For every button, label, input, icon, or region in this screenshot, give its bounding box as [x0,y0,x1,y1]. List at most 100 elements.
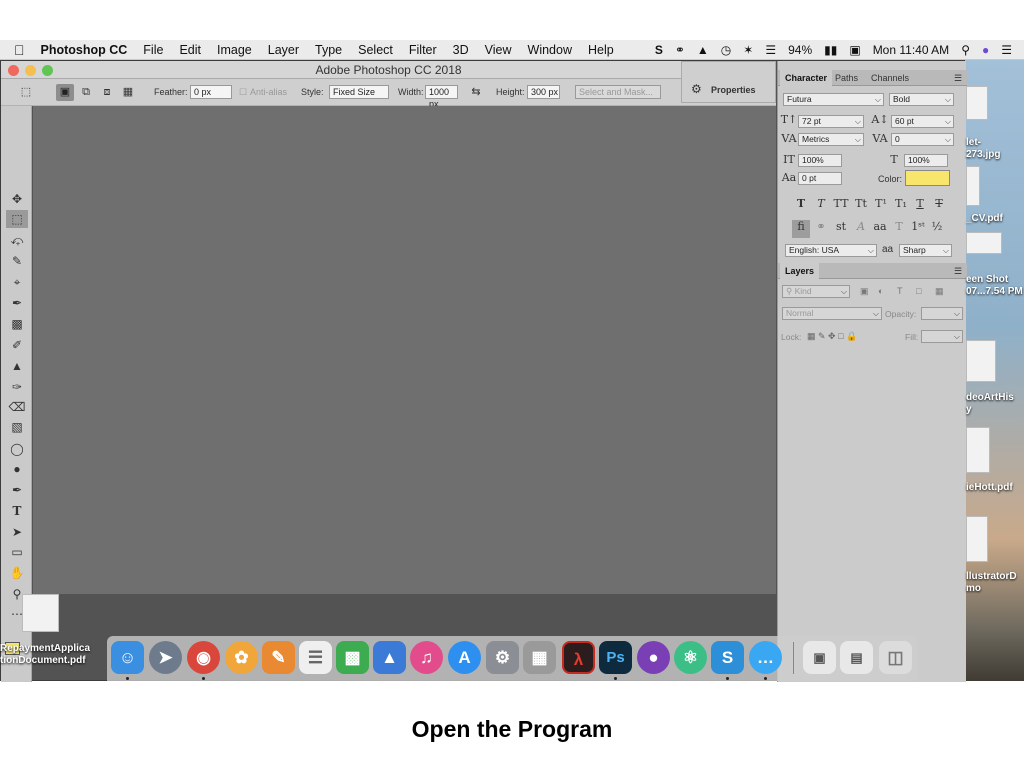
text-color-swatch[interactable] [905,170,950,186]
intersect-selection-icon[interactable]: ▦ [119,84,137,101]
layers-menu-icon[interactable]: ☰ [949,263,967,279]
blend-mode-select[interactable]: Normal ⌵ [782,307,882,320]
frame-tool-icon[interactable]: ▩ [6,315,28,333]
clock[interactable]: Mon 11:40 AM [867,43,956,57]
fractions-icon[interactable]: ½ [928,220,946,233]
fill-input[interactable]: ⌵ [921,330,963,343]
quick-select-tool-icon[interactable]: ✎ [6,252,28,270]
minimize-window-button[interactable] [25,65,36,76]
tab-layers[interactable]: Layers [780,263,820,279]
downloads-stack-icon[interactable]: ▣ [803,641,836,674]
faux-bold-icon[interactable]: T [792,197,810,210]
wifi-icon[interactable]: ☰ [759,43,782,57]
document-canvas-area[interactable] [33,106,776,594]
feather-input[interactable]: 0 px [190,85,232,99]
finder-icon[interactable]: ☺ [111,641,144,674]
bluetooth-icon[interactable]: ✶ [737,43,759,57]
crop-tool-icon[interactable]: ⌖ [6,273,28,291]
system-preferences-icon[interactable]: ⚙ [486,641,519,674]
menu-image[interactable]: Image [209,43,260,57]
antialias-checkbox[interactable]: ☐ [239,85,247,99]
launchpad-icon[interactable]: ➤ [149,641,182,674]
menu-3d[interactable]: 3D [445,43,477,57]
desktop-file-label[interactable]: ieHott.pdf [966,482,1013,494]
marquee-preset-icon[interactable]: ⬚ [17,84,35,101]
keynote-icon[interactable]: ▲ [373,641,406,674]
siri-icon[interactable]: ● [976,43,995,57]
menu-app-name[interactable]: Photoshop CC [33,43,136,57]
antialias-method-select[interactable]: Sharp ⌵ [899,244,952,257]
horizontal-scale-input[interactable]: 100% [904,154,948,167]
desktop-file-thumbnail[interactable] [966,86,988,120]
tracking-select[interactable]: 0 ⌵ [891,133,954,146]
notification-center-icon[interactable]: ☰ [995,43,1018,57]
panel-menu-icon[interactable]: ☰ [949,70,967,86]
menu-help[interactable]: Help [580,43,622,57]
drive-icon[interactable]: ▲ [691,43,715,57]
menu-layer[interactable]: Layer [260,43,307,57]
photos-icon[interactable]: ✿ [225,641,258,674]
dodge-tool-icon[interactable]: ● [6,460,28,478]
history-brush-tool-icon[interactable]: ✑ [6,378,28,396]
filter-shape-icon[interactable]: □ [916,286,921,296]
desktop-file-thumbnail[interactable] [966,427,990,473]
filter-adjustment-icon[interactable]: ◐ [878,286,883,296]
blur-tool-icon[interactable]: ◯ [6,440,28,458]
subscript-icon[interactable]: T₁ [892,197,910,210]
superscript-icon[interactable]: T¹ [872,197,890,210]
small-caps-icon[interactable]: Tt [852,197,870,210]
hand-tool-icon[interactable]: ✋ [6,564,28,582]
time-machine-icon[interactable]: ◷ [715,43,737,57]
gradient-tool-icon[interactable]: ▧ [6,418,28,436]
lock-icons[interactable]: ▦ ✎ ✥ □ 🔒 [807,331,857,342]
faux-italic-icon[interactable]: T [812,197,830,210]
photoshop-icon[interactable]: Ps [599,641,632,674]
app-store-icon[interactable]: A [448,641,481,674]
tab-character[interactable]: Character [780,70,833,86]
menu-select[interactable]: Select [350,43,401,57]
ordinals-icon[interactable]: 1ˢᵗ [909,220,927,233]
font-size-input[interactable]: 72 pt ⌵ [798,115,864,128]
messages-icon[interactable]: … [749,641,782,674]
path-selection-tool-icon[interactable]: ➤ [6,523,28,541]
font-family-select[interactable]: Futura ⌵ [783,93,884,106]
select-and-mask-button[interactable]: Select and Mask... [575,85,661,99]
desktop-file-thumbnail[interactable] [966,340,996,382]
new-selection-icon[interactable]: ▣ [56,84,74,101]
numbers-icon[interactable]: ▩ [336,641,369,674]
eyedropper-tool-icon[interactable]: ✒ [6,294,28,312]
height-input[interactable]: 300 px [527,85,560,99]
rectangle-tool-icon[interactable]: ▭ [6,543,28,561]
menu-file[interactable]: File [135,43,171,57]
tab-channels[interactable]: Channels [866,70,914,86]
brush-tool-icon[interactable]: ✐ [6,336,28,354]
github-desktop-icon[interactable]: ● [637,641,670,674]
menu-edit[interactable]: Edit [171,43,209,57]
style-select[interactable]: Fixed Size [329,85,389,99]
acrobat-icon[interactable]: λ [562,641,595,674]
snagit-dock-icon[interactable]: S [711,641,744,674]
creative-cloud-icon[interactable]: ⚭ [669,43,691,57]
add-to-selection-icon[interactable]: ⧉ [77,84,95,101]
desktop-file-thumbnail[interactable] [966,232,1002,254]
lasso-tool-icon[interactable]: ⤽ [6,231,28,249]
textedit-icon[interactable]: ☰ [299,641,332,674]
menu-view[interactable]: View [477,43,520,57]
baseline-shift-input[interactable]: 0 pt [798,172,842,185]
menu-filter[interactable]: Filter [401,43,445,57]
desktop-file-label[interactable]: RepaymentApplica tionDocument.pdf [0,643,90,667]
old-style-icon[interactable]: ⚭ [812,220,830,233]
swash-icon[interactable]: A [852,220,870,233]
all-caps-icon[interactable]: TT [832,197,850,210]
atom-icon[interactable]: ⚛ [674,641,707,674]
width-input[interactable]: 1000 px [425,85,458,109]
properties-icon[interactable]: ⚙ [691,82,702,96]
leading-input[interactable]: 60 pt ⌵ [891,115,954,128]
vertical-scale-input[interactable]: 100% [798,154,842,167]
filter-pixel-icon[interactable]: ▣ [860,286,869,297]
snagit-icon[interactable]: S [649,43,669,57]
layer-filter-select[interactable]: ⚲ Kind ⌵ [782,285,850,298]
stylistic-alternates-icon[interactable]: aa [871,220,889,233]
opacity-input[interactable]: ⌵ [921,307,963,320]
desktop-file-label[interactable]: een Shot 07...7.54 PM [966,274,1023,298]
